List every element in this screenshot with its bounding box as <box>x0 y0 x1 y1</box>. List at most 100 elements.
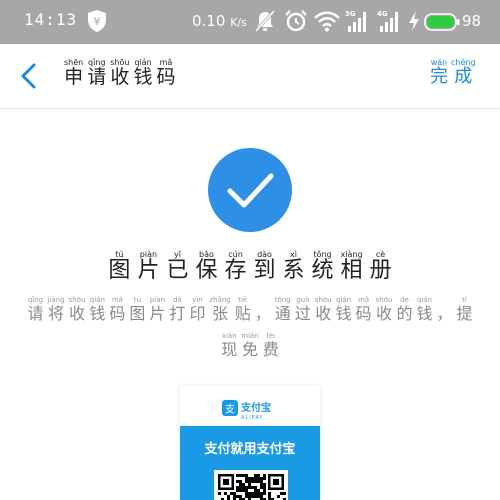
ruby-char: mǎ 码 <box>356 296 372 322</box>
hanzi: 收 <box>68 304 85 323</box>
hanzi: 现 <box>221 340 238 359</box>
alipay-logo-text: 支付宝 <box>240 401 271 414</box>
ruby-char: qǐng 请 <box>87 58 106 87</box>
poster-slogan: 支付就用支付宝 <box>204 442 296 457</box>
net-speed-value: 0.10 <box>192 12 226 30</box>
hanzi: 钱 <box>133 66 153 88</box>
hanzi: 的 <box>396 304 413 323</box>
hanzi: 册 <box>369 258 392 283</box>
back-arrow-icon[interactable] <box>18 62 40 90</box>
ruby-char: mǎ 码 <box>156 58 175 87</box>
shield-glyph: ¥ <box>94 15 101 28</box>
ruby-char: qǐng 请 <box>27 296 43 322</box>
ruby-char: jiāng 将 <box>47 296 64 322</box>
ruby-char: yìn 印 <box>189 296 205 322</box>
hanzi: 统 <box>311 258 334 283</box>
wifi-icon <box>314 11 340 32</box>
hanzi: 码 <box>355 304 372 323</box>
hanzi: 码 <box>156 66 176 88</box>
ruby-char: cè 册 <box>370 250 392 282</box>
ruby-char: bǎo 保 <box>195 250 217 282</box>
net-speed-unit: K/s <box>230 16 247 29</box>
status-bar: 14:13 ¥ 0.10 K/s 3G 4G 98 <box>0 0 500 44</box>
ruby-char: dǎ 打 <box>169 296 185 322</box>
signal-3g-label: 3G <box>345 10 356 18</box>
hanzi: 收 <box>110 66 130 88</box>
signal-4g-label: 4G <box>377 10 388 18</box>
ruby-char: xiàn 现 <box>221 332 237 358</box>
ruby-char: yǐ 已 <box>166 250 188 282</box>
hanzi: 已 <box>166 258 189 283</box>
ruby-char: ， <box>255 296 271 322</box>
ruby-char: ， <box>436 296 452 322</box>
done-button[interactable]: wán 完 chéng 成 <box>430 58 476 86</box>
ruby-char: shōu 收 <box>110 58 129 87</box>
hanzi: 存 <box>224 258 247 283</box>
charging-bolt-icon <box>409 11 419 31</box>
hanzi: 收 <box>315 304 332 323</box>
ruby-char: shōu 收 <box>376 296 393 322</box>
hanzi: 通 <box>274 304 291 323</box>
ruby-char: chéng 成 <box>451 58 476 86</box>
hanzi: 相 <box>340 258 363 283</box>
ruby-char: tú 图 <box>108 250 130 282</box>
alipay-logo: 支 支付宝 ALIPAY <box>222 400 271 421</box>
ruby-char: qián 钱 <box>89 296 105 322</box>
ruby-char: cún 存 <box>224 250 246 282</box>
battery-icon <box>424 13 460 31</box>
hanzi: 印 <box>189 304 206 323</box>
alipay-mark: 支 <box>225 404 235 416</box>
ruby-char: tú 图 <box>129 296 145 322</box>
ruby-char: qián 钱 <box>133 58 152 87</box>
hanzi: 保 <box>195 258 218 283</box>
hanzi: 请 <box>27 304 44 323</box>
ruby-char: wán 完 <box>430 58 448 86</box>
ruby-char: tí 提 <box>457 296 473 322</box>
ruby-char: tǒng 统 <box>312 250 334 282</box>
signal-3g-icon: 3G <box>345 10 366 32</box>
alarm-clock-icon <box>285 10 307 32</box>
hanzi: 收 <box>376 304 393 323</box>
ruby-char: guò 过 <box>295 296 311 322</box>
hanzi: 请 <box>87 66 107 88</box>
ruby-char: de 的 <box>396 296 412 322</box>
ruby-char: xì 系 <box>283 250 305 282</box>
ruby-char: mǎ 码 <box>109 296 125 322</box>
hanzi: 图 <box>108 258 131 283</box>
mute-bell-icon <box>254 9 276 33</box>
qr-poster-preview: 支 支付宝 ALIPAY 支付就用支付宝 <box>180 386 320 500</box>
hanzi: 成 <box>454 66 473 87</box>
ruby-char: dào 到 <box>254 250 276 282</box>
ruby-char: tōng 通 <box>275 296 291 322</box>
ruby-char: shēn 申 <box>64 58 83 87</box>
hanzi: 系 <box>282 258 305 283</box>
description-line-2: xiàn 现 miǎn 免 fèi 费 <box>20 332 480 358</box>
ruby-char: piàn 片 <box>137 250 159 282</box>
hanzi: 过 <box>294 304 311 323</box>
poster-banner: 支付就用支付宝 <box>180 426 320 500</box>
qr-code-icon <box>214 470 288 500</box>
ruby-char: tiē 贴 <box>235 296 251 322</box>
hanzi: 钱 <box>89 304 106 323</box>
ruby-char: qián 钱 <box>336 296 352 322</box>
hanzi: 码 <box>109 304 126 323</box>
ruby-char: shōu 收 <box>315 296 332 322</box>
status-time: 14:13 <box>24 10 78 29</box>
ruby-char: xiàng 相 <box>341 250 363 282</box>
hanzi: ， <box>254 304 271 323</box>
description-line-1: qǐng 请 jiāng 将 shōu 收 qián 钱 mǎ 码 tú 图 piàn 片 dǎ 打 yìn 印 z… <box>20 296 480 322</box>
hanzi: 将 <box>48 304 65 323</box>
hanzi: 费 <box>262 340 279 359</box>
hanzi: 钱 <box>416 304 433 323</box>
nav-bar: shēn 申 qǐng 请 shōu 收 qián 钱 mǎ 码 wán 完 chéng 成 <box>0 44 500 109</box>
hanzi: ， <box>436 304 453 323</box>
hanzi: 申 <box>64 66 84 88</box>
hanzi: 图 <box>129 304 146 323</box>
hanzi: 提 <box>456 304 473 323</box>
shield-icon: ¥ <box>88 10 106 32</box>
hanzi: 完 <box>430 66 448 87</box>
signal-4g-icon: 4G <box>377 10 398 32</box>
ruby-char: zhāng 张 <box>209 296 230 322</box>
ruby-char: miǎn 免 <box>241 332 259 358</box>
hanzi: 到 <box>253 258 276 283</box>
